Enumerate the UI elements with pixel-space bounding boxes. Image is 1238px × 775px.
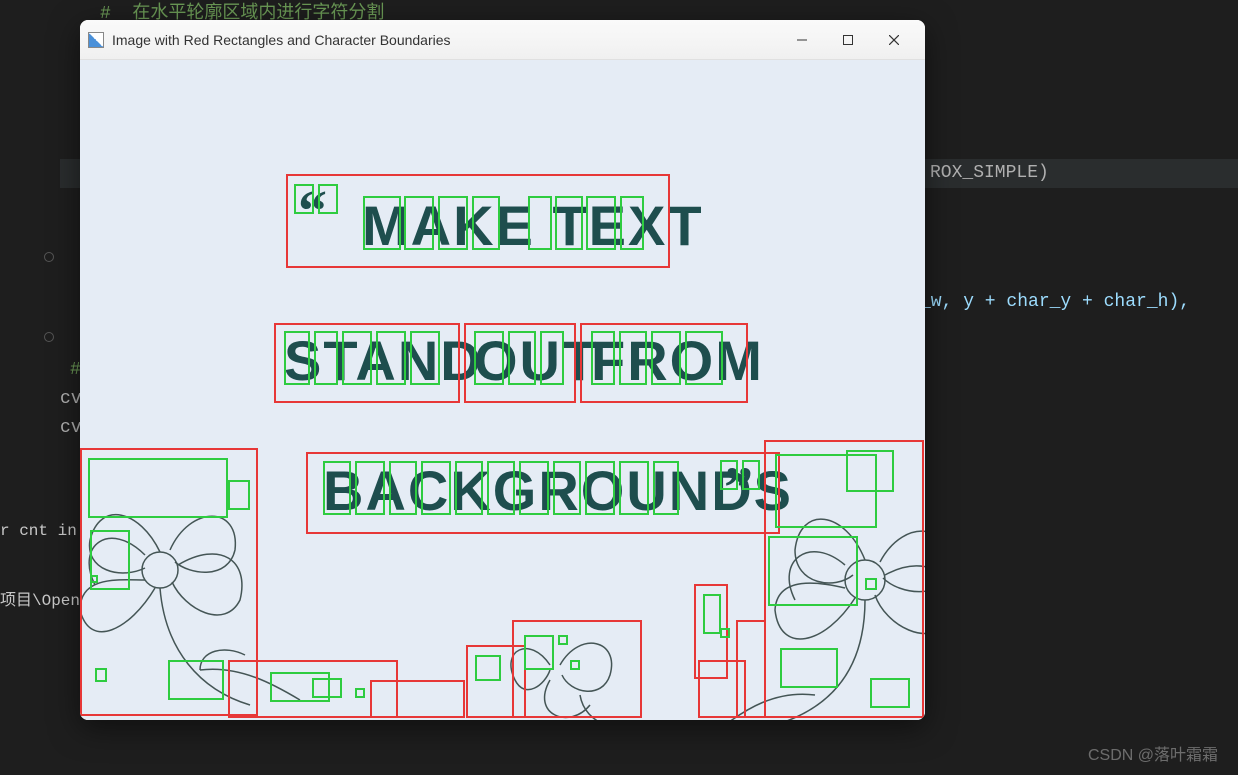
green-char-box [228, 480, 250, 510]
green-char-box [355, 461, 385, 515]
green-char-box [586, 196, 616, 250]
green-char-box [720, 628, 730, 638]
green-char-box [540, 331, 564, 385]
green-char-box [558, 635, 568, 645]
green-char-box [524, 635, 554, 670]
green-char-box [846, 450, 894, 492]
green-char-box [528, 196, 552, 250]
red-bounding-box [736, 620, 766, 718]
green-char-box [318, 184, 338, 214]
green-char-box [410, 331, 440, 385]
green-char-box [474, 331, 504, 385]
green-char-box [88, 458, 228, 518]
green-char-box [487, 461, 515, 515]
close-button[interactable] [871, 24, 917, 56]
green-char-box [404, 196, 434, 250]
gutter-breakpoint-1[interactable] [44, 252, 54, 262]
image-viewer-window: Image with Red Rectangles and Character … [80, 20, 925, 720]
red-bounding-box [370, 680, 465, 718]
green-char-box [620, 196, 644, 250]
green-char-box [355, 688, 365, 698]
minimize-button[interactable] [779, 24, 825, 56]
window-title: Image with Red Rectangles and Character … [112, 32, 779, 48]
green-char-box [585, 461, 615, 515]
green-char-box [591, 331, 615, 385]
green-char-box [555, 196, 583, 250]
green-char-box [865, 578, 877, 590]
csdn-watermark: CSDN @落叶霜霜 [1088, 741, 1218, 765]
maximize-button[interactable] [825, 24, 871, 56]
green-char-box [870, 678, 910, 708]
green-char-box [570, 660, 580, 670]
green-char-box [508, 331, 536, 385]
green-char-box [768, 536, 858, 606]
window-titlebar[interactable]: Image with Red Rectangles and Character … [80, 20, 925, 60]
green-char-box [653, 461, 679, 515]
green-char-box [651, 331, 681, 385]
green-char-box [421, 461, 451, 515]
green-char-box [619, 331, 647, 385]
green-char-box [342, 331, 372, 385]
gutter-breakpoint-2[interactable] [44, 332, 54, 342]
green-char-box [284, 331, 310, 385]
green-char-box [619, 461, 649, 515]
green-char-box [363, 196, 401, 250]
green-char-box [95, 668, 107, 682]
green-char-box [389, 461, 417, 515]
green-char-box [519, 461, 549, 515]
green-char-box [438, 196, 468, 250]
image-content: “ MAKE TEXT STAND OUT FROM [80, 60, 925, 720]
green-char-box [90, 575, 98, 583]
green-char-box [376, 331, 406, 385]
green-char-box [553, 461, 581, 515]
green-char-box [323, 461, 351, 515]
green-char-box [780, 648, 838, 688]
green-char-box [720, 460, 738, 490]
green-char-box [312, 678, 342, 698]
code-fragment-left-2: 项目\Open [0, 586, 80, 610]
green-char-box [472, 196, 500, 250]
green-char-box [685, 331, 723, 385]
green-char-box [455, 461, 483, 515]
green-char-box [742, 460, 760, 490]
green-char-box [314, 331, 338, 385]
window-app-icon [88, 32, 104, 48]
green-char-box [475, 655, 501, 681]
green-char-box [168, 660, 224, 700]
green-char-box [703, 594, 721, 634]
green-char-box [294, 184, 314, 214]
